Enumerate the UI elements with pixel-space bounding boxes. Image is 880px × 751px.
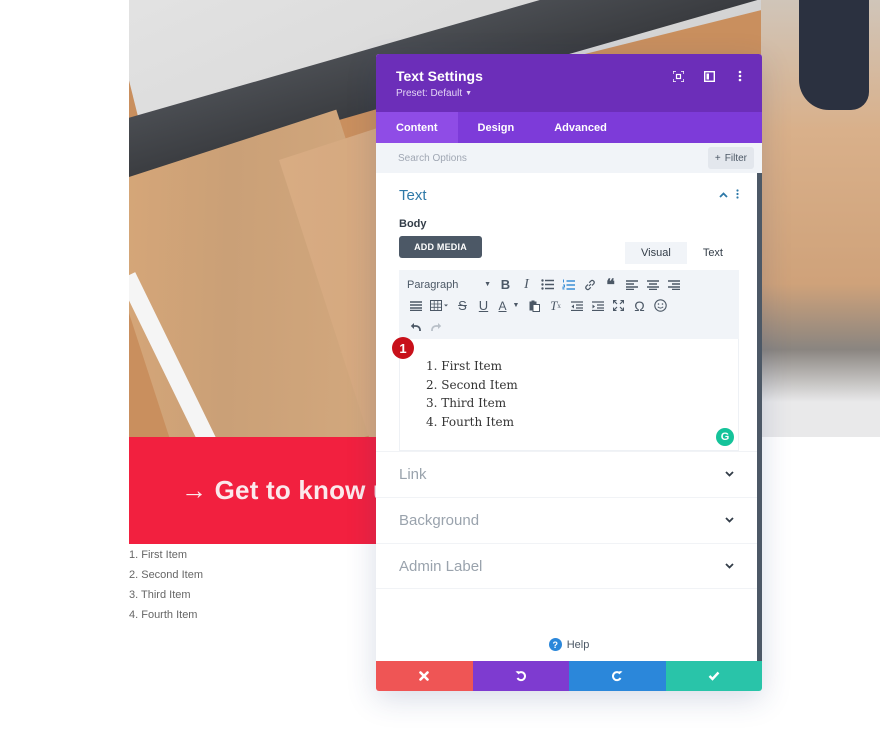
toggle-admin-label[interactable]: Admin Label — [376, 543, 762, 589]
preset-label: Preset: Default — [396, 88, 463, 99]
editor-list-item: 3. Third Item — [426, 396, 507, 410]
cta-text: → Get to know u — [181, 475, 377, 505]
fullscreen-editor-icon[interactable] — [608, 295, 629, 316]
preset-dropdown[interactable]: Preset: Default ▼ — [396, 88, 742, 99]
justify-icon[interactable] — [405, 295, 426, 316]
indent-icon[interactable] — [587, 295, 608, 316]
strikethrough-icon[interactable]: S — [452, 295, 473, 316]
outdent-icon[interactable] — [566, 295, 587, 316]
tab-content[interactable]: Content — [376, 112, 458, 143]
scrollbar[interactable] — [757, 173, 762, 671]
tab-design[interactable]: Design — [458, 112, 535, 143]
toggle-background[interactable]: Background — [376, 497, 762, 543]
editor-list-item: 4. Fourth Item — [426, 414, 515, 429]
page-ordered-list: 1. First Item 2. Second Item 3. Third It… — [129, 545, 203, 625]
help-label: Help — [566, 638, 590, 651]
split-view-icon[interactable] — [703, 70, 715, 82]
toggle-title: Admin Label — [399, 557, 483, 575]
caret-down-icon: ▼ — [484, 281, 491, 288]
page-list-item: 3. Third Item — [129, 589, 191, 601]
editor-ordered-list: 1. First Item 2. Second Item 3. Third It… — [426, 357, 518, 431]
align-left-icon[interactable] — [621, 274, 642, 295]
caret-down-icon: ▼ — [465, 90, 473, 97]
settings-scroll-area: Text Body ADD MEDIA Visual Text Paragrap… — [376, 173, 762, 671]
table-icon[interactable] — [426, 295, 452, 316]
editor-content-area[interactable]: 1 1. First Item 2. Second Item 3. Third … — [392, 337, 739, 451]
filter-button[interactable]: + Filter — [707, 147, 754, 169]
redo-button[interactable] — [569, 661, 666, 691]
chevron-down-icon — [725, 515, 734, 526]
page-list-item: 2. Second Item — [129, 569, 203, 581]
modal-tabs: Content Design Advanced — [376, 112, 762, 143]
chevron-up-icon[interactable] — [719, 190, 728, 201]
chevron-down-icon — [725, 561, 734, 572]
editor-toolbar: Paragraph ▼ B I ❝ S U A ▼ T x Ω — [399, 270, 739, 339]
search-row: + Filter — [376, 143, 762, 173]
bullet-list-icon[interactable] — [537, 274, 558, 295]
body-label: Body — [399, 218, 427, 230]
clear-formatting-icon[interactable]: Tx — [545, 295, 566, 316]
undo-button[interactable] — [472, 661, 569, 691]
save-button[interactable] — [665, 661, 762, 691]
step-badge: 1 — [392, 337, 414, 359]
toggle-title: Background — [399, 512, 480, 529]
undo-icon[interactable] — [405, 316, 426, 337]
modal-actions — [376, 661, 762, 691]
check-icon — [708, 671, 720, 681]
page-list-item: 1. First Item — [129, 549, 188, 561]
cancel-button[interactable] — [376, 661, 473, 691]
format-select[interactable]: Paragraph ▼ — [405, 274, 495, 295]
numbered-list-icon[interactable] — [558, 274, 579, 295]
emoji-icon[interactable] — [650, 295, 671, 316]
text-section-title[interactable]: Text — [399, 187, 427, 204]
editor-tab-visual[interactable]: Visual — [625, 242, 687, 264]
align-center-icon[interactable] — [642, 274, 663, 295]
toggle-title: Link — [399, 466, 427, 483]
format-select-value: Paragraph — [407, 278, 459, 291]
modal-header[interactable]: Text Settings Preset: Default ▼ — [376, 54, 762, 112]
underline-icon[interactable]: U — [473, 295, 494, 316]
paste-text-icon[interactable] — [524, 295, 545, 316]
redo-icon — [612, 671, 623, 682]
help-icon: ? — [548, 638, 562, 651]
filter-label: Filter — [724, 152, 747, 164]
link-icon[interactable] — [579, 274, 600, 295]
chevron-down-icon — [725, 469, 734, 480]
bold-icon[interactable]: B — [495, 274, 516, 295]
cta-banner[interactable]: → Get to know u — [129, 437, 377, 544]
more-options-icon[interactable] — [734, 70, 746, 82]
blockquote-icon[interactable]: ❝ — [600, 274, 621, 295]
fullscreen-icon[interactable] — [672, 70, 684, 82]
editor-list-item: 1. First Item — [426, 359, 503, 373]
redo-icon[interactable] — [426, 316, 447, 337]
italic-icon[interactable]: I — [516, 274, 537, 295]
section-options-icon[interactable] — [736, 189, 739, 202]
tab-advanced[interactable]: Advanced — [534, 112, 627, 143]
search-options-input[interactable] — [398, 152, 598, 164]
help-link[interactable]: ? Help — [376, 638, 762, 651]
text-color-icon[interactable]: A ▼ — [494, 295, 524, 316]
grammarly-icon[interactable]: G — [716, 428, 734, 446]
undo-icon — [515, 671, 526, 682]
editor-tab-text[interactable]: Text — [686, 242, 739, 264]
page-list-item: 4. Fourth Item — [129, 609, 198, 621]
hero-image-person — [799, 0, 869, 110]
text-section: Text Body ADD MEDIA Visual Text Paragrap… — [376, 173, 762, 451]
align-right-icon[interactable] — [663, 274, 684, 295]
special-character-icon[interactable]: Ω — [629, 295, 650, 316]
toggle-link[interactable]: Link — [376, 451, 762, 497]
close-icon — [419, 671, 430, 681]
plus-icon: + — [714, 152, 721, 164]
add-media-button[interactable]: ADD MEDIA — [399, 236, 482, 258]
editor-list-item: 2. Second Item — [426, 377, 518, 392]
text-settings-modal: Text Settings Preset: Default ▼ Content … — [376, 54, 762, 691]
